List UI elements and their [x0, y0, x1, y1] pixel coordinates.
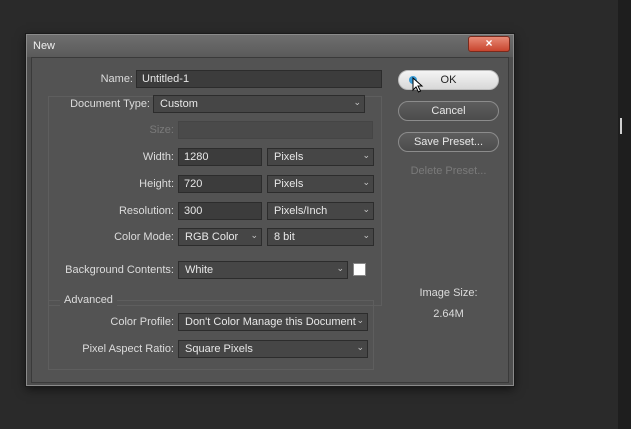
- size-select: [178, 121, 373, 139]
- color-profile-label: Color Profile:: [110, 316, 174, 328]
- resolution-unit-select[interactable]: Pixels/Inch ⌄: [267, 202, 374, 220]
- name-field[interactable]: Untitled-1: [136, 70, 382, 88]
- close-button[interactable]: ×: [468, 36, 510, 52]
- cancel-button[interactable]: Cancel: [398, 101, 499, 121]
- advanced-label: Advanced: [60, 294, 117, 306]
- dialog-title: New: [33, 40, 56, 52]
- color-profile-value: Don't Color Manage this Document: [185, 316, 356, 328]
- new-document-dialog: New × Name: Untitled-1 Document Type: Cu…: [26, 34, 514, 386]
- ok-button[interactable]: OK: [398, 70, 499, 93]
- size-label: Size:: [149, 124, 174, 136]
- close-icon: ×: [485, 36, 493, 50]
- resolution-unit-value: Pixels/Inch: [274, 205, 328, 217]
- chevron-down-icon: ⌄: [362, 177, 370, 187]
- width-unit-value: Pixels: [274, 151, 304, 163]
- image-size-value: 2.64M: [433, 308, 464, 320]
- image-size-label: Image Size:: [419, 287, 478, 299]
- height-unit-value: Pixels: [274, 178, 304, 190]
- background-contents-value: White: [185, 264, 214, 276]
- bit-depth-select[interactable]: 8 bit ⌄: [267, 228, 374, 246]
- ok-label: OK: [440, 74, 457, 86]
- width-field[interactable]: 1280: [178, 148, 262, 166]
- document-type-select[interactable]: Custom ⌄: [153, 95, 365, 113]
- chevron-down-icon: ⌄: [353, 97, 361, 107]
- width-unit-select[interactable]: Pixels ⌄: [267, 148, 374, 166]
- document-type-label: Document Type:: [70, 98, 150, 110]
- background-contents-label: Background Contents:: [65, 264, 174, 276]
- bit-depth-value: 8 bit: [274, 231, 295, 243]
- height-unit-select[interactable]: Pixels ⌄: [267, 175, 374, 193]
- chevron-down-icon: ⌄: [250, 230, 258, 240]
- chevron-down-icon: ⌄: [356, 342, 364, 352]
- height-label: Height:: [139, 178, 174, 190]
- pixel-aspect-ratio-select[interactable]: Square Pixels ⌄: [178, 340, 368, 358]
- color-profile-select[interactable]: Don't Color Manage this Document ⌄: [178, 313, 368, 331]
- background-contents-select[interactable]: White ⌄: [178, 261, 348, 279]
- chevron-down-icon: ⌄: [356, 315, 364, 325]
- resolution-field[interactable]: 300: [178, 202, 262, 220]
- chevron-down-icon: ⌄: [362, 230, 370, 240]
- title-bar[interactable]: New ×: [27, 35, 513, 57]
- chevron-down-icon: ⌄: [336, 263, 344, 273]
- chevron-down-icon: ⌄: [362, 204, 370, 214]
- pixel-aspect-ratio-label: Pixel Aspect Ratio:: [82, 343, 174, 355]
- color-mode-label: Color Mode:: [114, 231, 174, 243]
- delete-preset-button: Delete Preset...: [410, 165, 487, 177]
- background-color-swatch[interactable]: [353, 263, 366, 276]
- resolution-label: Resolution:: [118, 205, 174, 217]
- pixel-aspect-ratio-value: Square Pixels: [185, 343, 253, 355]
- window-edge: [618, 0, 631, 429]
- name-label: Name:: [100, 73, 133, 85]
- mouse-cursor-icon: [412, 77, 424, 93]
- height-field[interactable]: 720: [178, 175, 262, 193]
- chevron-down-icon: ⌄: [362, 150, 370, 160]
- color-mode-value: RGB Color: [185, 231, 239, 243]
- color-mode-select[interactable]: RGB Color ⌄: [178, 228, 262, 246]
- document-type-value: Custom: [160, 98, 198, 110]
- width-label: Width:: [142, 151, 174, 163]
- advanced-group: [48, 300, 374, 370]
- save-preset-button[interactable]: Save Preset...: [398, 132, 499, 152]
- dialog-body: Name: Untitled-1 Document Type: Custom ⌄…: [31, 57, 509, 383]
